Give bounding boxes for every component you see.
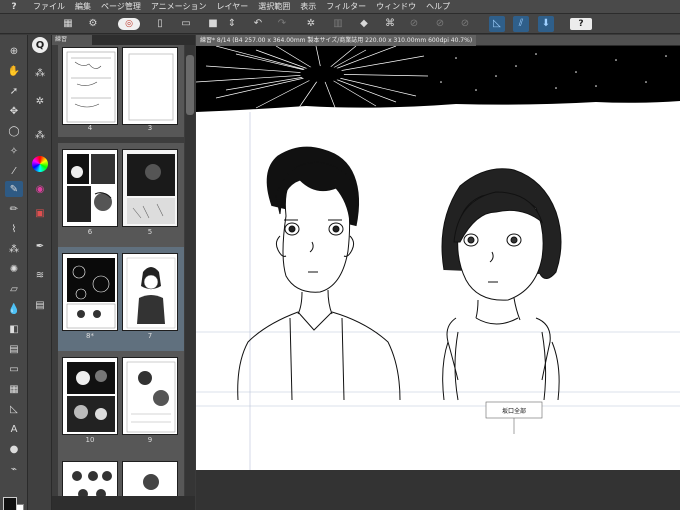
- page-thumb-7[interactable]: [122, 253, 178, 331]
- canvas-page[interactable]: 坂口全部: [196, 46, 680, 470]
- sub-tool-settings-icon[interactable]: ✲: [32, 93, 48, 109]
- pen-tool-icon[interactable]: ✎: [5, 181, 23, 197]
- page-number-7: 7: [147, 332, 153, 340]
- layer-property-icon[interactable]: ▤: [32, 297, 48, 313]
- pencil-tool-icon[interactable]: ✏: [5, 201, 23, 217]
- sub-tool-palette: Q ⁂ ✲ ⁂ ◉ ▣ ✒ ≋ ▤: [28, 35, 52, 510]
- page-number-8: 8*: [86, 332, 94, 340]
- color-history-icon[interactable]: ▣: [32, 205, 48, 221]
- pasteboard: [196, 470, 680, 510]
- menu-animation[interactable]: アニメーション: [146, 0, 212, 14]
- command-bar: ▦ ⚙ ◎ ▯ ▭ ■ ⇕ ↶ ↷ ✲ ▥ ◆ ⌘ ⊘ ⊘ ⊘ ◺ ⫽ ⬇ ?: [0, 14, 680, 34]
- clear-icon[interactable]: ▥: [330, 16, 346, 32]
- eyedropper-tool-icon[interactable]: ⁄: [5, 163, 23, 179]
- color-wheel-icon[interactable]: [32, 156, 48, 172]
- frame-tool-icon[interactable]: ▦: [5, 381, 23, 397]
- text-tool-icon[interactable]: A: [5, 421, 23, 437]
- menu-selection[interactable]: 選択範囲: [253, 0, 295, 14]
- eraser-tool-icon[interactable]: ▱: [5, 281, 23, 297]
- snap-special-ruler-icon[interactable]: ⫽: [513, 16, 529, 32]
- page-thumb-3[interactable]: [122, 47, 178, 125]
- new-file-icon[interactable]: ▯: [152, 16, 168, 32]
- snap-grid-icon[interactable]: ⬇: [538, 16, 554, 32]
- hand-tool-icon[interactable]: ✋: [5, 63, 23, 79]
- open-folder-icon[interactable]: ▭: [178, 16, 194, 32]
- ruler-tool-icon[interactable]: ◺: [5, 401, 23, 417]
- panel-tab[interactable]: 練習: [52, 35, 92, 45]
- page-management-panel: 練習 4 3 6 5 8* 7 10 9: [52, 35, 195, 510]
- menu-window[interactable]: ウィンドウ: [371, 0, 421, 14]
- foreground-color-swatch[interactable]: [3, 497, 17, 510]
- correct-line-tool-icon[interactable]: ⌁: [5, 461, 23, 477]
- gradient-tool-icon[interactable]: ▤: [5, 341, 23, 357]
- page-number-10: 10: [85, 436, 95, 444]
- menu-view[interactable]: 表示: [295, 0, 321, 14]
- sub-tool-gpen-icon[interactable]: ⁂: [32, 65, 48, 81]
- figure-tool-icon[interactable]: ▭: [5, 361, 23, 377]
- operation-tool-icon[interactable]: ➚: [5, 83, 23, 99]
- auto-select-tool-icon[interactable]: ✧: [5, 143, 23, 159]
- page-thumb-5[interactable]: [122, 149, 178, 227]
- layer-palette-icon[interactable]: ≋: [32, 267, 48, 283]
- page-thumb-4[interactable]: [62, 47, 118, 125]
- color-set-icon[interactable]: ◉: [32, 181, 48, 197]
- page-number-6: 6: [87, 228, 93, 236]
- help-button[interactable]: ?: [570, 18, 592, 30]
- annotation-label: 坂口全部: [502, 407, 526, 415]
- search-icon[interactable]: Q: [32, 37, 48, 53]
- menu-help[interactable]: ヘルプ: [421, 0, 455, 14]
- select-clear-icon[interactable]: ⊘: [432, 16, 448, 32]
- document-tab[interactable]: 練習* 8/14 (B4 257.00 x 364.00mm 製本サイズ/商業誌…: [196, 35, 477, 46]
- balloon-tool-icon[interactable]: ●: [5, 441, 23, 457]
- stepper-icon[interactable]: ⇕: [224, 16, 240, 32]
- blend-tool-icon[interactable]: 💧: [5, 301, 23, 317]
- menu-page-management[interactable]: ページ管理: [96, 0, 146, 14]
- page-number-3: 3: [147, 124, 153, 132]
- zoom-tool-icon[interactable]: ⊕: [5, 43, 23, 59]
- menu-layer[interactable]: レイヤー: [212, 0, 254, 14]
- page-number-9: 9: [147, 436, 153, 444]
- character-boy: [237, 146, 401, 401]
- manga-illustration: 坂口全部: [196, 46, 680, 470]
- select-fill-icon[interactable]: ⊘: [406, 16, 422, 32]
- page-thumb-9[interactable]: [122, 357, 178, 435]
- grid-menu-icon[interactable]: ▦: [60, 16, 76, 32]
- brush-size-icon[interactable]: ✒: [32, 238, 48, 254]
- redo-icon[interactable]: ↷: [274, 16, 290, 32]
- menubar: ? ファイル 編集 ページ管理 アニメーション レイヤー 選択範囲 表示 フィル…: [0, 0, 680, 14]
- canvas-area[interactable]: 坂口全部: [196, 46, 680, 510]
- transform-icon[interactable]: ⌘: [382, 16, 398, 32]
- menu-edit[interactable]: 編集: [70, 0, 96, 14]
- panel-scrollbar-thumb[interactable]: [186, 55, 194, 115]
- move-tool-icon[interactable]: ✥: [5, 103, 23, 119]
- app-logo-icon[interactable]: ?: [0, 0, 28, 14]
- brush-tool-icon[interactable]: ⌇: [5, 221, 23, 237]
- clip-studio-window: ? ファイル 編集 ページ管理 アニメーション レイヤー 選択範囲 表示 フィル…: [0, 0, 680, 510]
- lasso-tool-icon[interactable]: ◯: [5, 123, 23, 139]
- snap-ruler-icon[interactable]: ◺: [489, 16, 505, 32]
- document-tab-bar: 練習* 8/14 (B4 257.00 x 364.00mm 製本サイズ/商業誌…: [196, 35, 680, 46]
- fill-tool-icon[interactable]: ◧: [5, 321, 23, 337]
- page-thumb-6[interactable]: [62, 149, 118, 227]
- page-number-4: 4: [87, 124, 93, 132]
- eraser-icon[interactable]: ◆: [356, 16, 372, 32]
- clip-studio-icon[interactable]: ◎: [118, 18, 140, 30]
- panel-bottom-bar: [52, 496, 195, 510]
- sub-tool-mapping-icon[interactable]: ⁂: [32, 127, 48, 143]
- airbrush-tool-icon[interactable]: ⁂: [5, 241, 23, 257]
- save-icon[interactable]: ■: [205, 16, 221, 32]
- page-settings-icon[interactable]: ⚙: [85, 16, 101, 32]
- decoration-tool-icon[interactable]: ✺: [5, 261, 23, 277]
- page-thumb-8[interactable]: [62, 253, 118, 331]
- tool-palette: ⊕ ✋ ➚ ✥ ◯ ✧ ⁄ ✎ ✏ ⌇ ⁂ ✺ ▱ 💧 ◧ ▤ ▭ ▦ ◺ A …: [0, 35, 28, 510]
- menu-file[interactable]: ファイル: [28, 0, 70, 14]
- page-thumb-10[interactable]: [62, 357, 118, 435]
- menu-filter[interactable]: フィルター: [321, 0, 371, 14]
- loading-icon[interactable]: ✲: [303, 16, 319, 32]
- character-girl: [441, 168, 562, 401]
- select-invert-icon[interactable]: ⊘: [457, 16, 473, 32]
- undo-icon[interactable]: ↶: [250, 16, 266, 32]
- page-number-5: 5: [147, 228, 153, 236]
